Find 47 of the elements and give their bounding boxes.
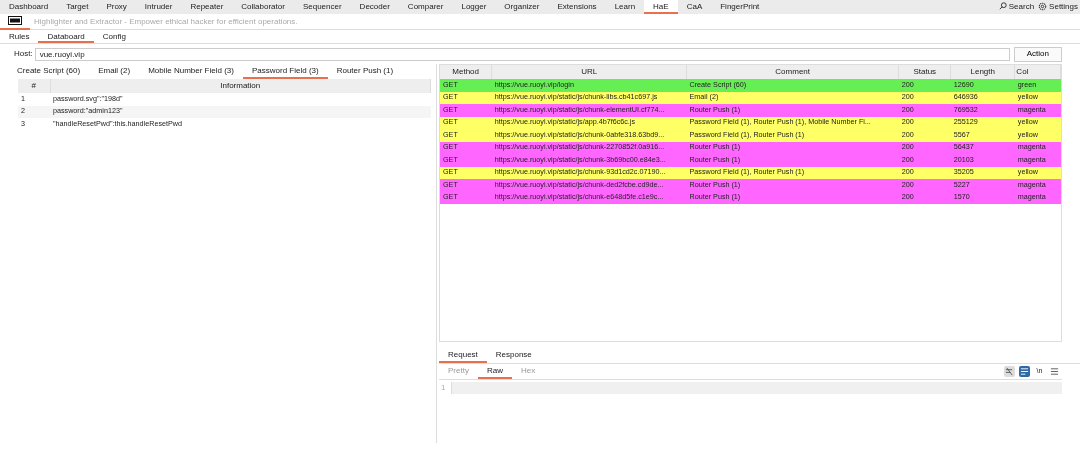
nav-tab[interactable]: Collaborator [232, 0, 294, 14]
nav-tab[interactable]: Comparer [398, 0, 453, 14]
menu-button[interactable] [1049, 366, 1060, 377]
category-tab[interactable]: Create Script (60) [8, 64, 90, 79]
nav-tab[interactable]: Intruder [135, 0, 182, 14]
logo-icon [8, 16, 22, 25]
subtab[interactable]: Config [93, 30, 135, 43]
nav-tab[interactable]: Organizer [495, 0, 549, 14]
column-header[interactable]: Length [950, 65, 1015, 79]
category-tab[interactable]: Router Push (1) [327, 64, 403, 79]
nav-tab[interactable]: Dashboard [0, 0, 58, 14]
column-header[interactable]: Method [440, 65, 492, 79]
message-tab[interactable]: Request [439, 348, 487, 363]
column-header[interactable]: URL [491, 65, 687, 79]
line-number: 1 [440, 382, 447, 394]
nav-tab[interactable]: Extensions [548, 0, 606, 14]
wrap-button[interactable] [1004, 366, 1015, 377]
search-icon [998, 2, 1007, 10]
nav-tab[interactable]: Proxy [97, 0, 136, 14]
subtitle: Highlighter and Extractor - Empower ethical hacker for efficient operations. [34, 15, 298, 28]
nav-tab[interactable]: Decoder [350, 0, 399, 14]
host-field[interactable]: vue.ruoyi.vip [34, 47, 1010, 61]
nav-tab[interactable]: Logger [452, 0, 496, 14]
nav-tab[interactable]: HaE [644, 0, 678, 14]
column-header[interactable]: Status [898, 65, 951, 79]
message-tab[interactable]: Response [486, 348, 541, 363]
search-button[interactable]: Search [998, 0, 1035, 15]
column-header[interactable]: Comment [686, 65, 899, 79]
subtab[interactable]: Databoard [38, 30, 94, 43]
action-button[interactable]: Action [1013, 46, 1062, 62]
host-label: Host: [14, 48, 33, 60]
settings-icon [1038, 1, 1048, 11]
column-header[interactable]: # [18, 79, 50, 93]
category-tab[interactable]: Mobile Number Field (3) [139, 64, 243, 79]
settings-button[interactable]: Settings [1038, 0, 1078, 15]
subtab[interactable]: Rules [0, 30, 39, 43]
nav-tab[interactable]: Sequencer [293, 0, 351, 14]
column-header[interactable]: Col [1014, 65, 1061, 79]
render-button[interactable] [1019, 366, 1030, 377]
nav-tab[interactable]: CaA [677, 0, 712, 14]
nav-tab[interactable]: FingerPrint [711, 0, 769, 14]
nav-tab[interactable]: Target [57, 0, 98, 14]
nav-tab[interactable]: Learn [605, 0, 645, 14]
nav-tab[interactable]: Repeater [181, 0, 233, 14]
category-tab[interactable]: Email (2) [89, 64, 140, 79]
view-tab[interactable]: Raw [477, 364, 512, 379]
column-header[interactable]: Information [50, 79, 431, 93]
